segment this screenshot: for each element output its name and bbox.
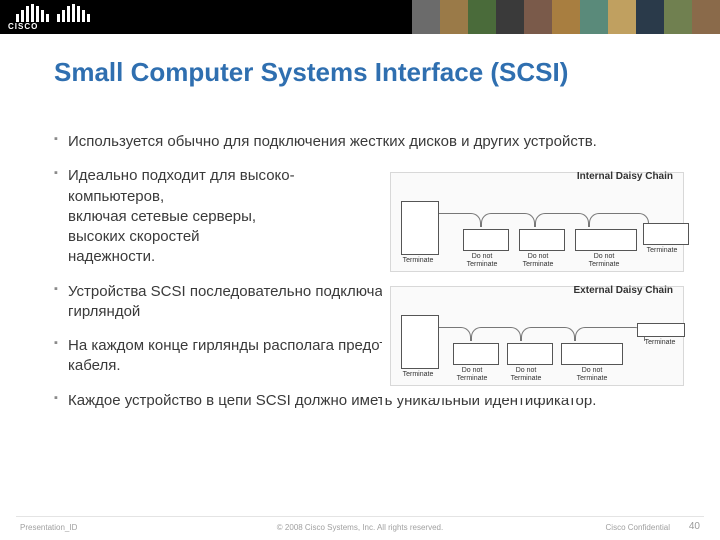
drive-icon — [453, 343, 499, 365]
label-do-not-terminate: Do not Terminate — [513, 253, 563, 268]
drive-icon — [519, 229, 565, 251]
label-do-not-terminate: Do not Terminate — [447, 367, 497, 382]
top-banner: CISCO — [0, 0, 720, 34]
cisco-logo-icon — [16, 4, 90, 22]
footer-copyright: © 2008 Cisco Systems, Inc. All rights re… — [277, 523, 443, 532]
brand-text: CISCO — [8, 22, 38, 31]
drive-icon — [575, 229, 637, 251]
diagram-panel-external: External Daisy Chain Terminate Do not Te… — [390, 286, 684, 386]
label-terminate: Terminate — [393, 371, 443, 379]
diagram-panel-internal: Internal Daisy Chain Terminate Do not Te… — [390, 172, 684, 272]
label-do-not-terminate: Do not Terminate — [567, 367, 617, 382]
bullet-text: Идеально подходит для высоко- компьютеро… — [68, 167, 295, 265]
daisy-chain-diagram: Internal Daisy Chain Terminate Do not Te… — [382, 168, 692, 398]
label-do-not-terminate: Do not Terminate — [501, 367, 551, 382]
footer-rule — [16, 516, 704, 517]
page-number: 40 — [689, 521, 700, 532]
cable-icon — [481, 213, 535, 227]
slide-title: Small Computer Systems Interface (SCSI) — [54, 58, 690, 88]
label-do-not-terminate: Do not Terminate — [579, 253, 629, 268]
scanner-icon — [637, 323, 685, 337]
footer: Presentation_ID © 2008 Cisco Systems, In… — [0, 516, 720, 540]
scsi-card-icon — [401, 315, 439, 369]
footer-confidential: Cisco Confidential — [606, 523, 670, 532]
drive-icon — [643, 223, 689, 245]
cable-icon — [521, 327, 575, 341]
cable-icon — [535, 213, 589, 227]
slide: CISCO Small Computer Systems Interface (… — [0, 0, 720, 540]
label-terminate: Terminate — [637, 247, 687, 255]
label-do-not-terminate: Do not Terminate — [457, 253, 507, 268]
drive-icon — [463, 229, 509, 251]
label-terminate: Terminate — [635, 339, 685, 347]
label-terminate: Terminate — [393, 257, 443, 265]
bullet-item: Используется обычно для подключения жест… — [54, 132, 690, 152]
drive-icon — [507, 343, 553, 365]
diagram-label-internal: Internal Daisy Chain — [577, 171, 673, 182]
drive-icon — [561, 343, 623, 365]
cable-icon — [471, 327, 521, 341]
cable-icon — [589, 213, 649, 227]
footer-presentation-id: Presentation_ID — [20, 523, 77, 532]
diagram-label-external: External Daisy Chain — [574, 285, 673, 296]
photo-strip — [412, 0, 720, 34]
scsi-card-icon — [401, 201, 439, 255]
bullet-text: Используется обычно для подключения жест… — [68, 133, 597, 150]
